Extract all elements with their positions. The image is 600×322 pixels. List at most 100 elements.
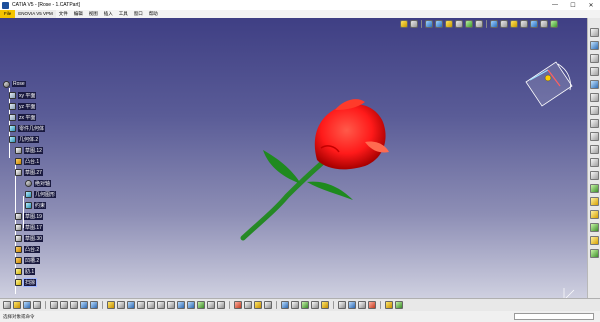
- tree-node[interactable]: 凸台.2: [15, 245, 41, 253]
- tree-node[interactable]: 绝对轴: [25, 179, 52, 187]
- open-icon[interactable]: [13, 301, 21, 309]
- swap-visible-icon[interactable]: [217, 301, 225, 309]
- extract-icon[interactable]: [589, 249, 599, 258]
- axis-system-tool-icon[interactable]: [348, 301, 356, 309]
- command-input[interactable]: [514, 313, 594, 320]
- cut-icon[interactable]: [50, 301, 58, 309]
- tree-node[interactable]: 草图.12: [15, 146, 43, 154]
- apply-material-icon[interactable]: [234, 301, 242, 309]
- new-icon[interactable]: [3, 301, 11, 309]
- revolve-icon[interactable]: [589, 158, 599, 167]
- toolbar-thickness-icon[interactable]: [530, 20, 538, 28]
- formula-icon[interactable]: [311, 301, 319, 309]
- tree-node[interactable]: 草图.17: [15, 223, 43, 231]
- menu-insert[interactable]: 插入: [101, 10, 116, 18]
- menu-help[interactable]: 帮助: [146, 10, 161, 18]
- normal-view-icon[interactable]: [177, 301, 185, 309]
- tree-node[interactable]: 几何体.2: [9, 135, 40, 143]
- sweep-tool-icon[interactable]: [589, 171, 599, 180]
- split-icon[interactable]: [589, 210, 599, 219]
- sketcher-icon[interactable]: [281, 301, 289, 309]
- menu-wenjian[interactable]: 文件: [56, 10, 71, 18]
- zoom-in-icon[interactable]: [157, 301, 165, 309]
- menu-view[interactable]: 视图: [86, 10, 101, 18]
- menu-file[interactable]: File: [0, 10, 16, 18]
- tree-node[interactable]: 约束: [25, 201, 47, 209]
- knowledge-icon[interactable]: [301, 301, 309, 309]
- toolbar-shaft-icon[interactable]: [445, 20, 453, 28]
- iso-view-icon[interactable]: [187, 301, 195, 309]
- toolbar-thread-icon[interactable]: [540, 20, 548, 28]
- 3d-viewport[interactable]: Rose xy 平面 yz 平面 zx 平面 零件几何体 几何体.2 草图.12: [0, 18, 587, 298]
- tree-node[interactable]: 凸台.1: [15, 157, 41, 165]
- reference-plane-icon[interactable]: [589, 41, 599, 50]
- point-icon[interactable]: [589, 54, 599, 63]
- tree-node[interactable]: 草图.19: [15, 212, 43, 220]
- print-icon[interactable]: [33, 301, 41, 309]
- copy-icon[interactable]: [60, 301, 68, 309]
- fill-icon[interactable]: [589, 184, 599, 193]
- analysis-icon[interactable]: [244, 301, 252, 309]
- undo-icon[interactable]: [80, 301, 88, 309]
- menu-enovia[interactable]: ENOVIA V5 VPM: [15, 10, 56, 18]
- tree-node[interactable]: 草图.30: [15, 234, 43, 242]
- extrude-icon[interactable]: [589, 145, 599, 154]
- compass-icon[interactable]: [520, 56, 576, 112]
- scan-icon[interactable]: [338, 301, 346, 309]
- menu-edit[interactable]: 编辑: [71, 10, 86, 18]
- redo-icon[interactable]: [90, 301, 98, 309]
- menu-window[interactable]: 窗口: [131, 10, 146, 18]
- tree-node[interactable]: 扫掠: [15, 277, 38, 287]
- sketch-tool-icon[interactable]: [589, 28, 599, 37]
- toolbar-rib-icon[interactable]: [465, 20, 473, 28]
- update-icon[interactable]: [107, 301, 115, 309]
- options-icon[interactable]: [385, 301, 393, 309]
- hide-show-icon[interactable]: [207, 301, 215, 309]
- catalog-icon[interactable]: [321, 301, 329, 309]
- toolbar-translate-icon[interactable]: [550, 20, 558, 28]
- rotate-icon[interactable]: [147, 301, 155, 309]
- tree-node[interactable]: 几何图形: [25, 190, 57, 198]
- shading-icon[interactable]: [197, 301, 205, 309]
- menu-tools[interactable]: 工具: [116, 10, 131, 18]
- toolbar-measure-icon[interactable]: [410, 20, 418, 28]
- tree-node[interactable]: 草图.27: [15, 168, 43, 176]
- toolbar-slot-icon[interactable]: [475, 20, 483, 28]
- pan-icon[interactable]: [137, 301, 145, 309]
- plane-tool-icon[interactable]: [589, 93, 599, 102]
- toolbar-fillet-icon[interactable]: [490, 20, 498, 28]
- paste-icon[interactable]: [70, 301, 78, 309]
- toolbar-pad-icon[interactable]: [425, 20, 433, 28]
- axis-icon[interactable]: [589, 80, 599, 89]
- minimize-button[interactable]: —: [546, 0, 564, 10]
- boolean-icon[interactable]: [291, 301, 299, 309]
- curve-icon[interactable]: [589, 119, 599, 128]
- measure-item-icon[interactable]: [264, 301, 272, 309]
- rose-3d-model[interactable]: [225, 78, 405, 258]
- tree-node[interactable]: 肋.1: [15, 267, 36, 275]
- render-icon[interactable]: [368, 301, 376, 309]
- tree-node[interactable]: 凹槽.2: [15, 256, 41, 264]
- customize-icon[interactable]: [395, 301, 403, 309]
- toolbar-shell-icon[interactable]: [520, 20, 528, 28]
- trim-icon[interactable]: [589, 223, 599, 232]
- tree-root[interactable]: Rose: [3, 80, 26, 88]
- tree-node[interactable]: yz 平面: [9, 102, 37, 110]
- macro-icon[interactable]: [358, 301, 366, 309]
- maximize-button[interactable]: ☐: [564, 0, 582, 10]
- tree-node[interactable]: 零件几何体: [9, 124, 46, 132]
- measure-between-icon[interactable]: [254, 301, 262, 309]
- boundary-icon[interactable]: [589, 236, 599, 245]
- line-icon[interactable]: [589, 67, 599, 76]
- tree-node[interactable]: zx 平面: [9, 113, 37, 121]
- toolbar-chamfer-icon[interactable]: [500, 20, 508, 28]
- fit-all-icon[interactable]: [127, 301, 135, 309]
- toolbar-draft-icon[interactable]: [510, 20, 518, 28]
- toolbar-groove-icon[interactable]: [455, 20, 463, 28]
- surface-icon[interactable]: [589, 132, 599, 141]
- toolbar-part-design-icon[interactable]: [400, 20, 408, 28]
- join-icon[interactable]: [589, 197, 599, 206]
- close-button[interactable]: ✕: [582, 0, 600, 10]
- zoom-out-icon[interactable]: [167, 301, 175, 309]
- spline-icon[interactable]: [589, 106, 599, 115]
